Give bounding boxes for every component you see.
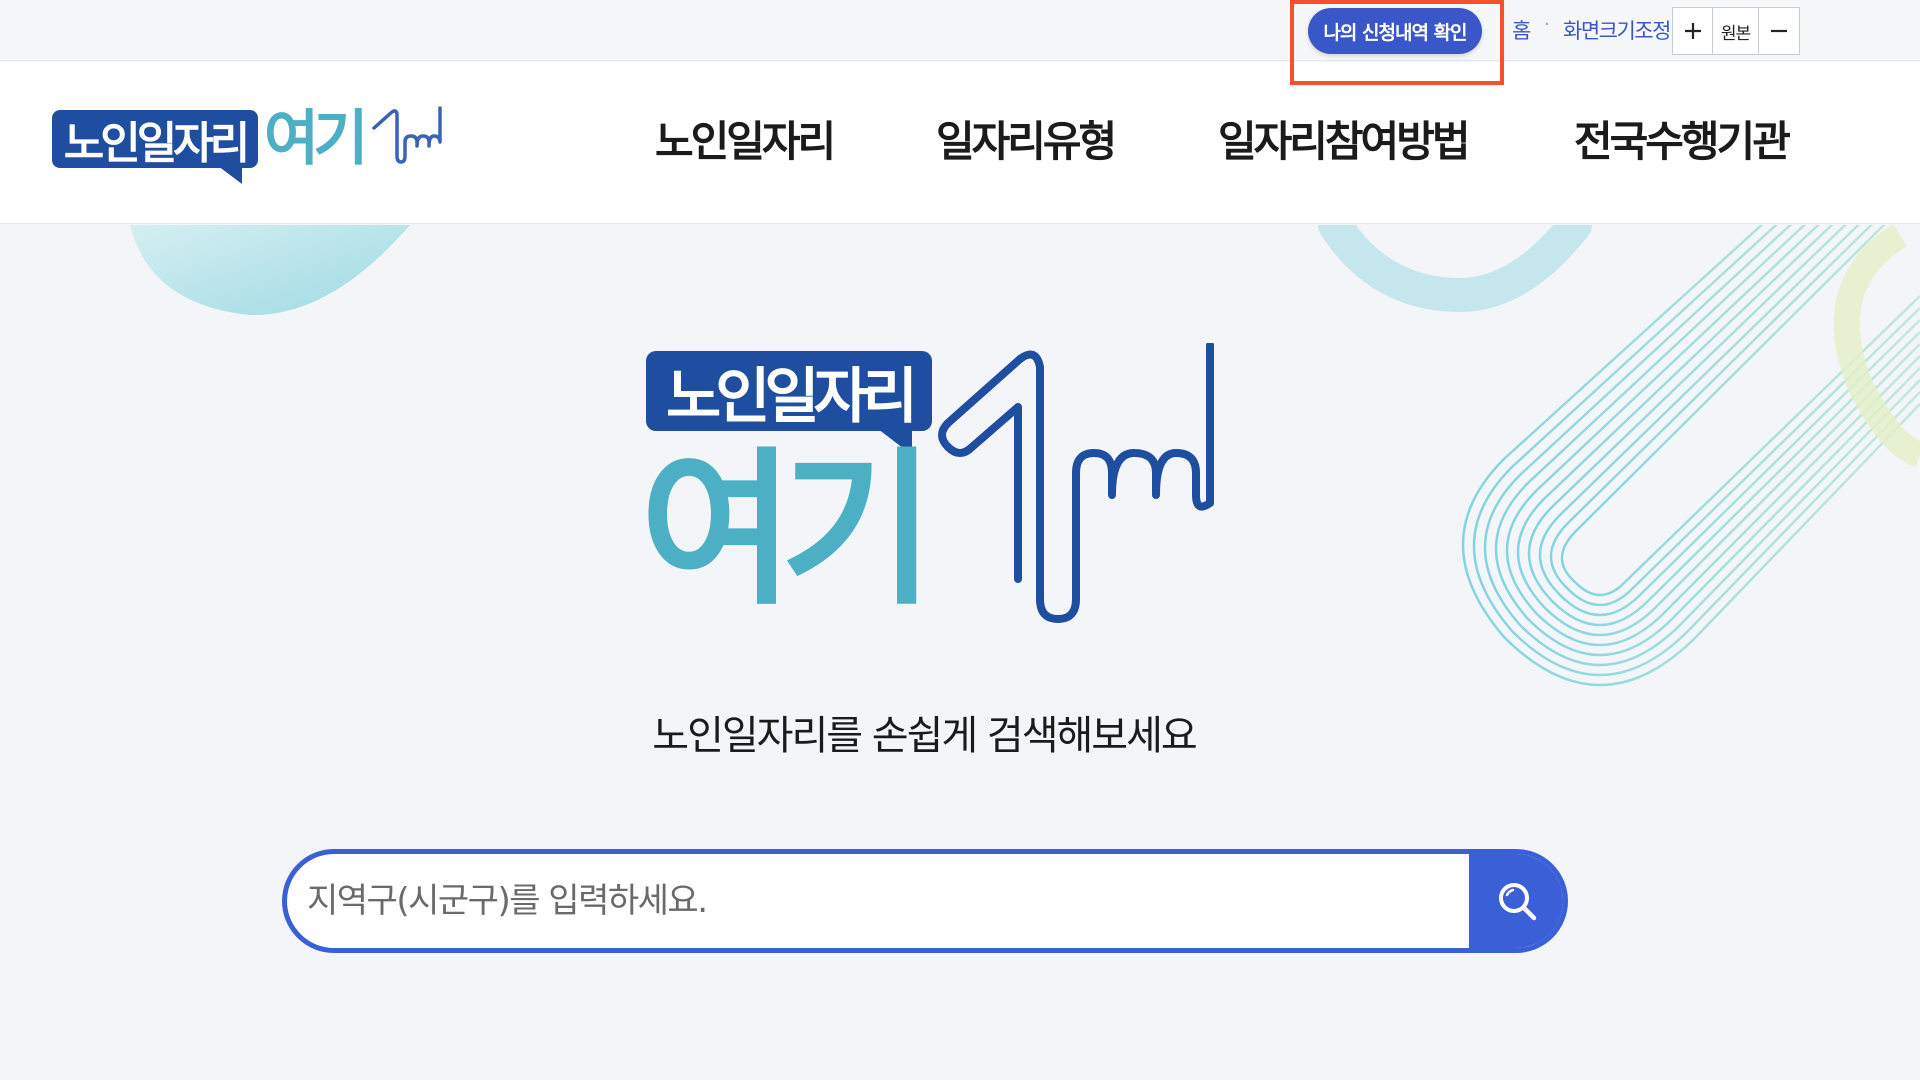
home-link[interactable]: 홈 xyxy=(1512,15,1531,45)
logo-word: 여기 xyxy=(264,104,368,174)
zoom-out-button[interactable] xyxy=(1759,8,1799,54)
utility-bar: 나의 신청내역 확인 홈 · 화면크기조정 원본 xyxy=(0,0,1920,85)
hero-logo-badge: 노인일자리 xyxy=(646,351,932,432)
plus-icon xyxy=(1684,23,1701,39)
minus-icon xyxy=(1771,29,1787,33)
hero-subtitle: 노인일자리를 손쉽게 검색해보세요 xyxy=(652,713,1197,759)
screen-resize-label: 화면크기조정 xyxy=(1563,19,1671,43)
search-button[interactable] xyxy=(1469,854,1563,948)
main-header: 노인일자리 여기 노인일자리 일자리유형 일자리참여방법 전국수행기관 xyxy=(0,62,1920,224)
nav-item-how-to-participate[interactable]: 일자리참여방법 xyxy=(1218,112,1470,172)
separator-dot: · xyxy=(1544,14,1550,35)
region-search-box xyxy=(282,849,1568,953)
hero-logo: 노인일자리 여기 xyxy=(640,343,1220,633)
logo-finger-mark-icon xyxy=(372,106,442,164)
search-icon xyxy=(1499,883,1537,921)
hero-finger-mark-icon xyxy=(938,343,1214,623)
logo-badge: 노인일자리 xyxy=(52,110,258,169)
region-search-input[interactable] xyxy=(307,854,1457,948)
zoom-in-button[interactable] xyxy=(1673,8,1713,54)
hero-section: 노인일자리 여기 노인일자리를 손쉽게 검색해보세요 xyxy=(0,225,1920,1080)
site-logo[interactable]: 노인일자리 여기 xyxy=(52,104,442,188)
nav-item-nationwide-agencies[interactable]: 전국수행기관 xyxy=(1574,112,1791,172)
hero-logo-word: 여기 xyxy=(640,432,935,628)
nav-item-senior-jobs[interactable]: 노인일자리 xyxy=(655,112,836,172)
zoom-controls: 원본 xyxy=(1672,7,1800,55)
zoom-original-button[interactable]: 원본 xyxy=(1713,8,1759,54)
page: 나의 신청내역 확인 홈 · 화면크기조정 원본 노인일자리 여기 노인일자리 … xyxy=(0,0,1920,1080)
nav-item-job-types[interactable]: 일자리유형 xyxy=(936,112,1117,172)
logo-badge-tail xyxy=(218,166,242,184)
my-application-history-button[interactable]: 나의 신청내역 확인 xyxy=(1308,8,1482,54)
